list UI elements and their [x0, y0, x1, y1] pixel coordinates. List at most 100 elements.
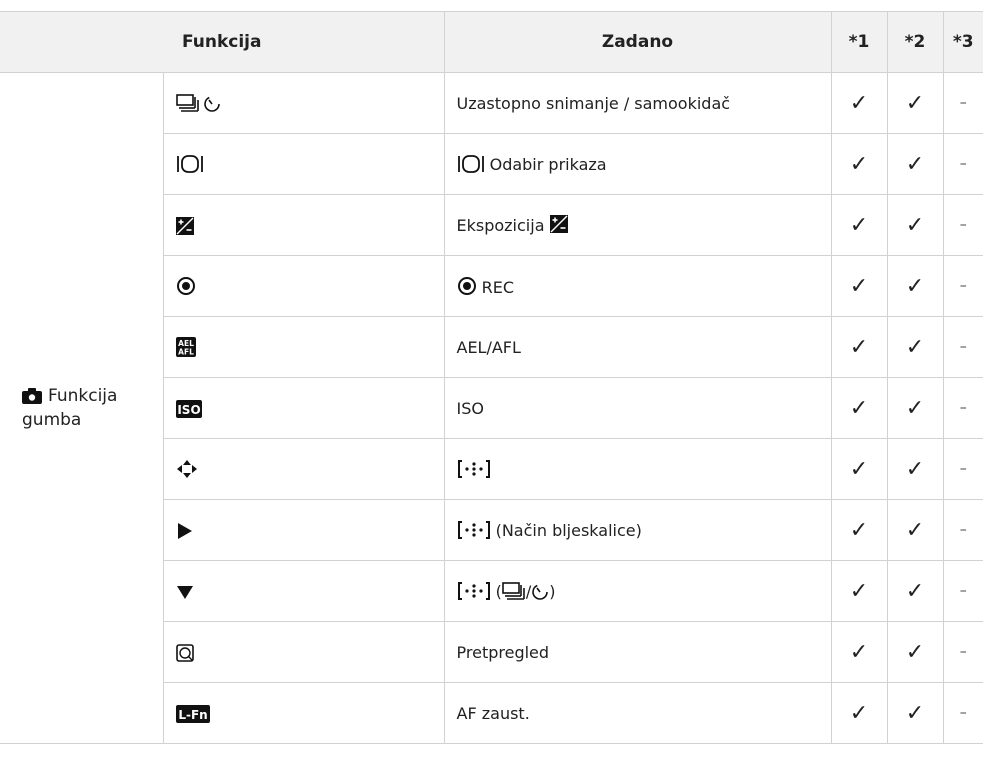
ael-afl-icon: AEL AFL: [175, 337, 196, 358]
dash-col3: –: [942, 682, 983, 744]
default-cell: Ekspozicija: [443, 194, 831, 256]
check-col2: ✓: [886, 499, 943, 561]
default-text: AEL/AFL: [456, 338, 521, 357]
default-cell: [443, 438, 831, 500]
check-col1: ✓: [830, 499, 887, 561]
header-col3: *3: [942, 11, 983, 73]
dash-col3: –: [942, 316, 983, 378]
default-cell: Pretpregled: [443, 621, 831, 683]
symbol-cell: [162, 438, 444, 500]
iso-icon: ISO: [175, 399, 202, 418]
dash-col3: –: [942, 621, 983, 683]
symbol-cell: [162, 72, 444, 134]
dash-col3: –: [942, 133, 983, 195]
symbol-cell: [162, 133, 444, 195]
check-col2: ✓: [886, 438, 943, 500]
table-header-row: Funkcija Zadano *1 *2 *3: [0, 11, 983, 73]
default-cell: Uzastopno snimanje / samookidač: [443, 72, 831, 134]
header-col2: *2: [886, 11, 943, 73]
af-target-icon: [457, 521, 490, 539]
dash-col3: –: [942, 72, 983, 134]
symbol-cell: [162, 621, 444, 683]
table-row: Funkcija gumba Uzastopno snimanje / samo…: [0, 72, 983, 744]
group-label-line1: Funkcija: [48, 386, 118, 406]
default-cell: ISO: [443, 377, 831, 439]
dash-col3: –: [942, 377, 983, 439]
default-cell: (Način bljeskalice): [443, 499, 831, 561]
default-text: Pretpregled: [456, 643, 550, 662]
symbol-cell: [162, 499, 444, 561]
page: Funkcija Zadano *1 *2 *3 Funkcija gumba: [0, 0, 985, 763]
default-text: AF zaust.: [456, 704, 530, 723]
group-label-cell: Funkcija gumba: [0, 72, 163, 744]
check-col2: ✓: [886, 316, 943, 378]
symbol-cell: AEL AFL: [162, 316, 444, 378]
default-text: (Način bljeskalice): [495, 521, 642, 540]
default-cell: AF zaust.: [443, 682, 831, 744]
exposure-compensation-icon: [175, 216, 194, 235]
dash-col3: –: [942, 255, 983, 317]
check-col2: ✓: [886, 255, 943, 317]
default-text: Ekspozicija: [456, 216, 545, 235]
default-cell: Odabir prikaza: [443, 133, 831, 195]
symbol-cell: [162, 194, 444, 256]
dash-col3: –: [942, 194, 983, 256]
header-col1: *1: [830, 11, 887, 73]
camera-icon: [22, 388, 42, 404]
default-text: ISO: [456, 399, 484, 418]
exposure-compensation-icon: [549, 215, 568, 233]
check-col1: ✓: [830, 133, 887, 195]
check-col1: ✓: [830, 621, 887, 683]
check-col1: ✓: [830, 316, 887, 378]
default-cell: ( / ): [443, 560, 831, 622]
sequential-selftimer-icon: [175, 94, 220, 112]
record-icon: [457, 276, 476, 295]
symbol-cell: L-Fn: [162, 682, 444, 744]
preview-icon: [175, 643, 194, 662]
check-col2: ✓: [886, 377, 943, 439]
default-text: Odabir prikaza: [489, 155, 607, 174]
sequential-shooting-icon: [502, 582, 525, 600]
default-text: Uzastopno snimanje / samookidač: [456, 94, 731, 113]
check-col1: ✓: [830, 377, 887, 439]
display-selection-icon: [457, 155, 484, 173]
check-col1: ✓: [830, 72, 887, 134]
display-selection-icon: [176, 155, 203, 174]
check-col1: ✓: [830, 560, 887, 622]
header-function: Funkcija: [0, 11, 444, 73]
check-col1: ✓: [830, 682, 887, 744]
default-text: REC: [481, 277, 514, 297]
check-col1: ✓: [830, 194, 887, 256]
self-timer-icon: [532, 584, 549, 600]
right-arrow-icon: [177, 522, 192, 539]
check-col2: ✓: [886, 621, 943, 683]
paren-close: ): [549, 582, 556, 601]
button-function-table: Funkcija Zadano *1 *2 *3 Funkcija gumba: [0, 11, 983, 744]
header-default: Zadano: [443, 11, 831, 73]
symbol-cell: [162, 560, 444, 622]
svg-text:ISO: ISO: [177, 403, 200, 417]
default-cell: AEL/AFL: [443, 316, 831, 378]
check-col2: ✓: [886, 560, 943, 622]
group-label-line2: gumba: [22, 410, 82, 430]
check-col1: ✓: [830, 255, 887, 317]
check-col2: ✓: [886, 682, 943, 744]
l-fn-icon: L-Fn: [175, 704, 210, 723]
record-icon: [176, 277, 195, 296]
check-col2: ✓: [886, 194, 943, 256]
four-way-arrows-icon: [176, 460, 197, 479]
svg-text:AFL: AFL: [178, 348, 194, 357]
af-target-icon: [457, 582, 490, 600]
check-col2: ✓: [886, 133, 943, 195]
down-arrow-icon: [176, 585, 193, 599]
l-fn-label: L-Fn: [178, 708, 207, 722]
dash-col3: –: [942, 499, 983, 561]
default-cell: REC: [443, 255, 831, 317]
dash-col3: –: [942, 560, 983, 622]
dash-col3: –: [942, 438, 983, 500]
check-col1: ✓: [830, 438, 887, 500]
symbol-cell: ISO: [162, 377, 444, 439]
check-col2: ✓: [886, 72, 943, 134]
symbol-cell: [162, 255, 444, 317]
af-target-icon: [457, 460, 490, 478]
